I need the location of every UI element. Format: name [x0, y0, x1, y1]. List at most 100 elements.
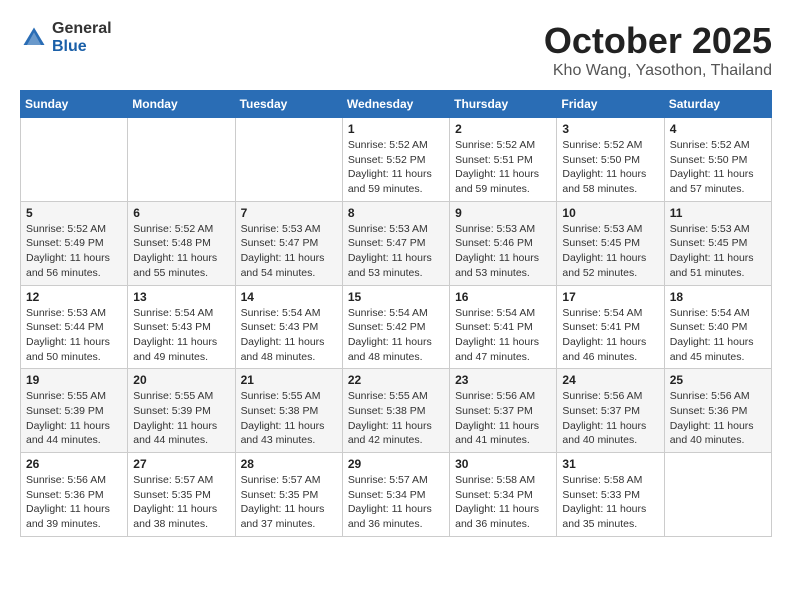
day-info: Sunrise: 5:52 AMSunset: 5:52 PMDaylight:… — [348, 138, 444, 197]
weekday-header: Thursday — [450, 91, 557, 118]
day-number: 11 — [670, 206, 766, 220]
day-info: Sunrise: 5:54 AMSunset: 5:40 PMDaylight:… — [670, 306, 766, 365]
weekday-header: Friday — [557, 91, 664, 118]
day-number: 29 — [348, 457, 444, 471]
calendar-cell: 5 Sunrise: 5:52 AMSunset: 5:49 PMDaylight… — [21, 201, 128, 285]
calendar-cell: 2 Sunrise: 5:52 AMSunset: 5:51 PMDaylight… — [450, 118, 557, 202]
calendar-cell: 19Sunrise: 5:55 AMSunset: 5:39 PMDayligh… — [21, 369, 128, 453]
calendar-week-row: 5 Sunrise: 5:52 AMSunset: 5:49 PMDaylight… — [21, 201, 772, 285]
calendar-cell: 14 Sunrise: 5:54 AMSunset: 5:43 PMDayligh… — [235, 285, 342, 369]
day-number: 25 — [670, 373, 766, 387]
day-info: Sunrise: 5:57 AMSunset: 5:35 PMDaylight:… — [241, 473, 337, 532]
calendar-table: SundayMondayTuesdayWednesdayThursdayFrid… — [20, 90, 772, 537]
day-number: 20 — [133, 373, 229, 387]
day-info: Sunrise: 5:53 AMSunset: 5:46 PMDaylight:… — [455, 222, 551, 281]
day-number: 30 — [455, 457, 551, 471]
calendar-cell: 16 Sunrise: 5:54 AMSunset: 5:41 PMDayligh… — [450, 285, 557, 369]
day-number: 16 — [455, 290, 551, 304]
day-info: Sunrise: 5:54 AMSunset: 5:43 PMDaylight:… — [241, 306, 337, 365]
day-info: Sunrise: 5:52 AMSunset: 5:50 PMDaylight:… — [562, 138, 658, 197]
calendar-cell: 3 Sunrise: 5:52 AMSunset: 5:50 PMDaylight… — [557, 118, 664, 202]
day-number: 14 — [241, 290, 337, 304]
day-info: Sunrise: 5:57 AMSunset: 5:34 PMDaylight:… — [348, 473, 444, 532]
day-info: Sunrise: 5:56 AMSunset: 5:36 PMDaylight:… — [26, 473, 122, 532]
day-info: Sunrise: 5:58 AMSunset: 5:33 PMDaylight:… — [562, 473, 658, 532]
calendar-cell: 23Sunrise: 5:56 AMSunset: 5:37 PMDayligh… — [450, 369, 557, 453]
weekday-header: Saturday — [664, 91, 771, 118]
calendar-cell: 1 Sunrise: 5:52 AMSunset: 5:52 PMDaylight… — [342, 118, 449, 202]
weekday-header: Wednesday — [342, 91, 449, 118]
day-info: Sunrise: 5:52 AMSunset: 5:49 PMDaylight:… — [26, 222, 122, 281]
calendar-cell: 7 Sunrise: 5:53 AMSunset: 5:47 PMDaylight… — [235, 201, 342, 285]
calendar-cell: 12 Sunrise: 5:53 AMSunset: 5:44 PMDayligh… — [21, 285, 128, 369]
day-info: Sunrise: 5:55 AMSunset: 5:39 PMDaylight:… — [26, 389, 122, 448]
day-number: 10 — [562, 206, 658, 220]
day-number: 26 — [26, 457, 122, 471]
weekday-header: Sunday — [21, 91, 128, 118]
calendar-cell: 27 Sunrise: 5:57 AMSunset: 5:35 PMDayligh… — [128, 453, 235, 537]
day-number: 17 — [562, 290, 658, 304]
calendar-cell: 13 Sunrise: 5:54 AMSunset: 5:43 PMDayligh… — [128, 285, 235, 369]
day-info: Sunrise: 5:53 AMSunset: 5:47 PMDaylight:… — [241, 222, 337, 281]
calendar-week-row: 26 Sunrise: 5:56 AMSunset: 5:36 PMDayligh… — [21, 453, 772, 537]
day-info: Sunrise: 5:55 AMSunset: 5:38 PMDaylight:… — [241, 389, 337, 448]
day-info: Sunrise: 5:54 AMSunset: 5:43 PMDaylight:… — [133, 306, 229, 365]
calendar-cell: 15Sunrise: 5:54 AMSunset: 5:42 PMDayligh… — [342, 285, 449, 369]
day-number: 3 — [562, 122, 658, 136]
logo-icon — [20, 24, 48, 52]
calendar-cell: 28Sunrise: 5:57 AMSunset: 5:35 PMDayligh… — [235, 453, 342, 537]
day-number: 4 — [670, 122, 766, 136]
day-info: Sunrise: 5:56 AMSunset: 5:36 PMDaylight:… — [670, 389, 766, 448]
title-block: October 2025 Kho Wang, Yasothon, Thailan… — [544, 20, 772, 80]
weekday-header: Monday — [128, 91, 235, 118]
day-info: Sunrise: 5:54 AMSunset: 5:41 PMDaylight:… — [455, 306, 551, 365]
day-number: 5 — [26, 206, 122, 220]
day-number: 12 — [26, 290, 122, 304]
calendar-cell: 22Sunrise: 5:55 AMSunset: 5:38 PMDayligh… — [342, 369, 449, 453]
day-number: 27 — [133, 457, 229, 471]
calendar-cell: 29 Sunrise: 5:57 AMSunset: 5:34 PMDayligh… — [342, 453, 449, 537]
logo-text-blue: Blue — [52, 38, 87, 55]
day-info: Sunrise: 5:57 AMSunset: 5:35 PMDaylight:… — [133, 473, 229, 532]
calendar-week-row: 1 Sunrise: 5:52 AMSunset: 5:52 PMDaylight… — [21, 118, 772, 202]
calendar-cell: 17 Sunrise: 5:54 AMSunset: 5:41 PMDayligh… — [557, 285, 664, 369]
day-number: 6 — [133, 206, 229, 220]
day-number: 9 — [455, 206, 551, 220]
day-info: Sunrise: 5:53 AMSunset: 5:44 PMDaylight:… — [26, 306, 122, 365]
calendar-cell: 20Sunrise: 5:55 AMSunset: 5:39 PMDayligh… — [128, 369, 235, 453]
calendar-week-row: 19Sunrise: 5:55 AMSunset: 5:39 PMDayligh… — [21, 369, 772, 453]
calendar-cell: 25 Sunrise: 5:56 AMSunset: 5:36 PMDayligh… — [664, 369, 771, 453]
location-title: Kho Wang, Yasothon, Thailand — [544, 62, 772, 80]
day-number: 1 — [348, 122, 444, 136]
day-number: 21 — [241, 373, 337, 387]
day-number: 18 — [670, 290, 766, 304]
day-info: Sunrise: 5:58 AMSunset: 5:34 PMDaylight:… — [455, 473, 551, 532]
weekday-header-row: SundayMondayTuesdayWednesdayThursdayFrid… — [21, 91, 772, 118]
calendar-cell: 8Sunrise: 5:53 AMSunset: 5:47 PMDaylight… — [342, 201, 449, 285]
day-number: 31 — [562, 457, 658, 471]
day-number: 23 — [455, 373, 551, 387]
month-title: October 2025 — [544, 20, 772, 62]
calendar-cell: 4Sunrise: 5:52 AMSunset: 5:50 PMDaylight… — [664, 118, 771, 202]
calendar-cell — [21, 118, 128, 202]
day-info: Sunrise: 5:54 AMSunset: 5:41 PMDaylight:… — [562, 306, 658, 365]
calendar-cell: 24Sunrise: 5:56 AMSunset: 5:37 PMDayligh… — [557, 369, 664, 453]
calendar-cell: 18 Sunrise: 5:54 AMSunset: 5:40 PMDayligh… — [664, 285, 771, 369]
day-info: Sunrise: 5:53 AMSunset: 5:47 PMDaylight:… — [348, 222, 444, 281]
calendar-cell — [128, 118, 235, 202]
day-info: Sunrise: 5:56 AMSunset: 5:37 PMDaylight:… — [562, 389, 658, 448]
logo-text-general: General — [52, 20, 112, 37]
day-number: 7 — [241, 206, 337, 220]
calendar-week-row: 12 Sunrise: 5:53 AMSunset: 5:44 PMDayligh… — [21, 285, 772, 369]
day-info: Sunrise: 5:52 AMSunset: 5:51 PMDaylight:… — [455, 138, 551, 197]
calendar-cell: 30 Sunrise: 5:58 AMSunset: 5:34 PMDayligh… — [450, 453, 557, 537]
day-number: 2 — [455, 122, 551, 136]
day-info: Sunrise: 5:53 AMSunset: 5:45 PMDaylight:… — [562, 222, 658, 281]
calendar-cell — [235, 118, 342, 202]
calendar-cell: 6Sunrise: 5:52 AMSunset: 5:48 PMDaylight… — [128, 201, 235, 285]
weekday-header: Tuesday — [235, 91, 342, 118]
calendar-cell: 10 Sunrise: 5:53 AMSunset: 5:45 PMDayligh… — [557, 201, 664, 285]
day-info: Sunrise: 5:55 AMSunset: 5:38 PMDaylight:… — [348, 389, 444, 448]
day-number: 13 — [133, 290, 229, 304]
day-number: 15 — [348, 290, 444, 304]
